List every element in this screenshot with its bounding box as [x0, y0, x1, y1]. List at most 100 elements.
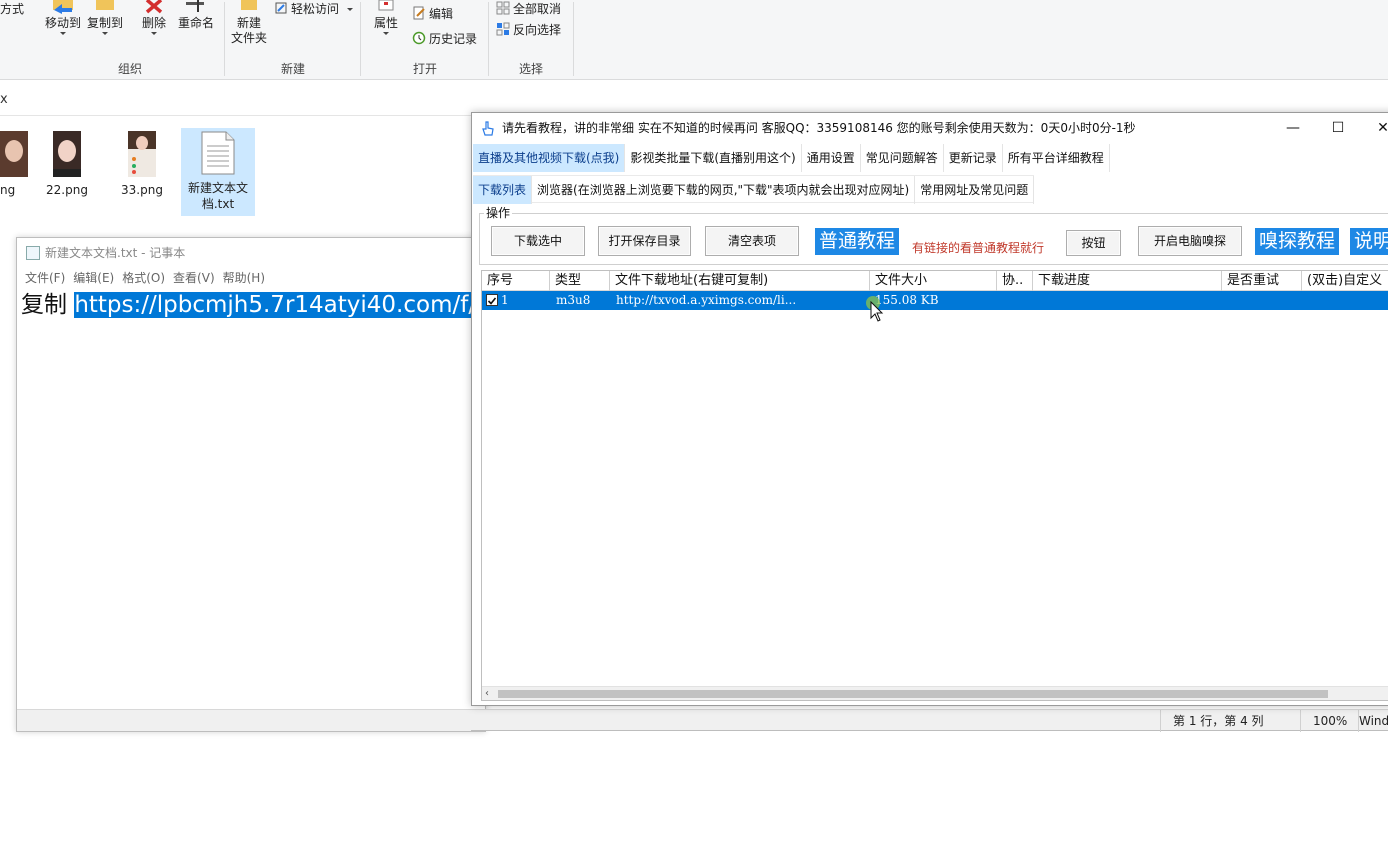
menu-format[interactable]: 格式(O) [122, 268, 165, 288]
column-header-retry[interactable]: 是否重试 [1222, 271, 1302, 291]
selected-url-text: https://lpbcmjh5.7r14atyi40.com/f/ [74, 292, 477, 318]
group-label-open: 打开 [412, 62, 437, 76]
ribbon-partial-label[interactable]: 方式 [0, 0, 24, 18]
copy-to-button[interactable]: 复制到 [84, 0, 126, 35]
menu-help[interactable]: 帮助(H) [223, 268, 265, 288]
notepad-title-bar[interactable]: 新建文本文档.txt - 记事本 [17, 238, 485, 268]
tab-platform-tutorials[interactable]: 所有平台详细教程 [1003, 144, 1110, 172]
close-button[interactable]: ✕ [1373, 118, 1388, 138]
tutorial-hint: 有链接的看普通教程就行 [912, 241, 1045, 255]
easy-access-button[interactable]: 轻松访问 [274, 0, 353, 18]
history-icon [412, 31, 426, 45]
text-file-icon [201, 131, 235, 175]
sub-tab-bar: 下载列表 浏览器(在浏览器上浏览要下载的网页,"下载"表项内就会出现对应网址) 常用… [473, 175, 1035, 204]
minimize-button[interactable]: — [1283, 118, 1303, 138]
move-to-button[interactable]: 移动到 [42, 0, 84, 35]
main-tab-bar: 直播及其他视频下载(点我) 影视类批量下载(直播别用这个) 通用设置 常见问题解答 更新… [473, 144, 1110, 172]
rename-button[interactable]: 重命名 [176, 0, 216, 31]
column-header-index[interactable]: 序号 [482, 271, 550, 291]
notepad-icon [26, 246, 40, 260]
copy-to-label: 复制到 [86, 16, 123, 30]
edit-button[interactable]: 编辑 [412, 5, 453, 23]
maximize-button[interactable]: ☐ [1328, 118, 1348, 138]
download-list-table[interactable]: 序号 类型 文件下载地址(右键可复制) 文件大小 协.. 下载进度 是否重试 (… [481, 270, 1388, 701]
image-thumbnail-icon [53, 131, 81, 177]
column-header-url[interactable]: 文件下载地址(右键可复制) [610, 271, 870, 291]
image-thumbnail-icon [128, 131, 156, 177]
properties-button[interactable]: 属性 [368, 0, 404, 35]
ribbon-separator [224, 2, 225, 76]
file-name: ng [0, 183, 16, 197]
clear-list-button[interactable]: 清空表项 [705, 226, 799, 256]
select-none-label: 全部取消 [513, 2, 562, 16]
tab-batch-download[interactable]: 影视类批量下载(直播别用这个) [625, 144, 802, 172]
normal-tutorial-link[interactable]: 普通教程 [815, 228, 900, 255]
cell-size: 155.08 KB [875, 293, 939, 307]
scrollbar-thumb[interactable] [498, 690, 1328, 698]
file-name: 22.png [46, 183, 88, 197]
notepad-window: 新建文本文档.txt - 记事本 文件(F) 编辑(E) 格式(O) 查看(V) 帮助(… [16, 237, 486, 732]
open-save-dir-button[interactable]: 打开保存目录 [598, 226, 691, 256]
file-name-line1: 新建文本文 [187, 181, 248, 195]
easy-access-label: 轻松访问 [291, 2, 340, 16]
downloader-title-bar[interactable]: 请先看教程，讲的非常细 实在不知道的时候再问 客服QQ：3359108146 您… [472, 113, 1388, 143]
invert-selection-button[interactable]: 反向选择 [496, 21, 561, 39]
column-header-progress[interactable]: 下载进度 [1033, 271, 1222, 291]
file-item-selected[interactable]: 新建文本文 档.txt [181, 128, 255, 216]
checkmark-icon [487, 297, 497, 305]
explanation-link[interactable]: 说明 [1350, 228, 1388, 255]
address-partial: x [0, 92, 8, 107]
column-header-protocol[interactable]: 协.. [997, 271, 1033, 291]
column-header-size[interactable]: 文件大小 [870, 271, 997, 291]
rename-label: 重命名 [177, 16, 214, 30]
file-name: 33.png [121, 183, 163, 197]
status-position: 第 1 行，第 4 列 [1160, 710, 1300, 732]
file-item[interactable]: ng [0, 128, 34, 198]
history-label: 历史记录 [429, 32, 478, 46]
column-header-type[interactable]: 类型 [550, 271, 610, 291]
download-selected-button[interactable]: 下载选中 [491, 226, 585, 256]
properties-icon [378, 0, 394, 11]
tab-common-urls[interactable]: 常用网址及常见问题 [915, 176, 1035, 204]
tab-changelog[interactable]: 更新记录 [944, 144, 1003, 172]
tab-browser[interactable]: 浏览器(在浏览器上浏览要下载的网页,"下载"表项内就会出现对应网址) [532, 176, 916, 204]
scroll-left-arrow[interactable]: ‹ [485, 687, 489, 700]
menu-edit[interactable]: 编辑(E) [73, 268, 114, 288]
ribbon-separator [488, 2, 489, 76]
delete-icon [145, 0, 163, 14]
explorer-ribbon: 方式 移动到 复制到 删除 重命名 组织 新建 文件夹 轻松访问 新建 属性 编… [0, 0, 1388, 80]
tab-download-list[interactable]: 下载列表 [473, 176, 533, 204]
downloader-window: 请先看教程，讲的非常细 实在不知道的时候再问 客服QQ：3359108146 您… [471, 112, 1388, 706]
generic-button[interactable]: 按钮 [1066, 230, 1121, 256]
file-item[interactable]: 33.png [105, 128, 179, 198]
image-thumbnail-icon [0, 131, 28, 177]
tab-faq[interactable]: 常见问题解答 [861, 144, 944, 172]
row-checkbox[interactable] [486, 294, 498, 306]
menu-file[interactable]: 文件(F) [25, 268, 65, 288]
group-label-organize: 组织 [117, 62, 142, 76]
select-none-button[interactable]: 全部取消 [496, 0, 561, 18]
history-button[interactable]: 历史记录 [412, 30, 477, 48]
delete-label: 删除 [141, 16, 166, 30]
tab-general-settings[interactable]: 通用设置 [802, 144, 861, 172]
start-sniff-button[interactable]: 开启电脑嗅探 [1138, 226, 1242, 256]
tab-live-video-download[interactable]: 直播及其他视频下载(点我) [473, 144, 626, 172]
operations-group-label: 操作 [484, 204, 513, 221]
delete-button[interactable]: 删除 [138, 0, 170, 35]
table-row[interactable]: 1 m3u8 http://txvod.a.yximgs.com/li... 1… [482, 291, 1388, 310]
rename-icon [186, 0, 204, 12]
edit-icon [413, 6, 425, 20]
ribbon-separator [573, 2, 574, 76]
new-folder-icon [241, 0, 257, 10]
sniff-tutorial-link[interactable]: 嗅探教程 [1255, 228, 1340, 255]
new-folder-button[interactable]: 新建 文件夹 [228, 0, 270, 46]
horizontal-scrollbar[interactable]: ‹ [482, 686, 1388, 700]
properties-label: 属性 [373, 16, 398, 30]
invert-selection-icon [496, 22, 510, 36]
notepad-status-bar-middle [471, 709, 1161, 731]
notepad-text-area[interactable]: 复制 https://lpbcmjh5.7r14atyi40.com/f/ [21, 290, 481, 320]
menu-view[interactable]: 查看(V) [173, 268, 215, 288]
file-item[interactable]: 22.png [30, 128, 104, 198]
column-header-custom[interactable]: (双击)自定义 [1302, 271, 1388, 291]
hand-pointer-icon [482, 121, 494, 136]
